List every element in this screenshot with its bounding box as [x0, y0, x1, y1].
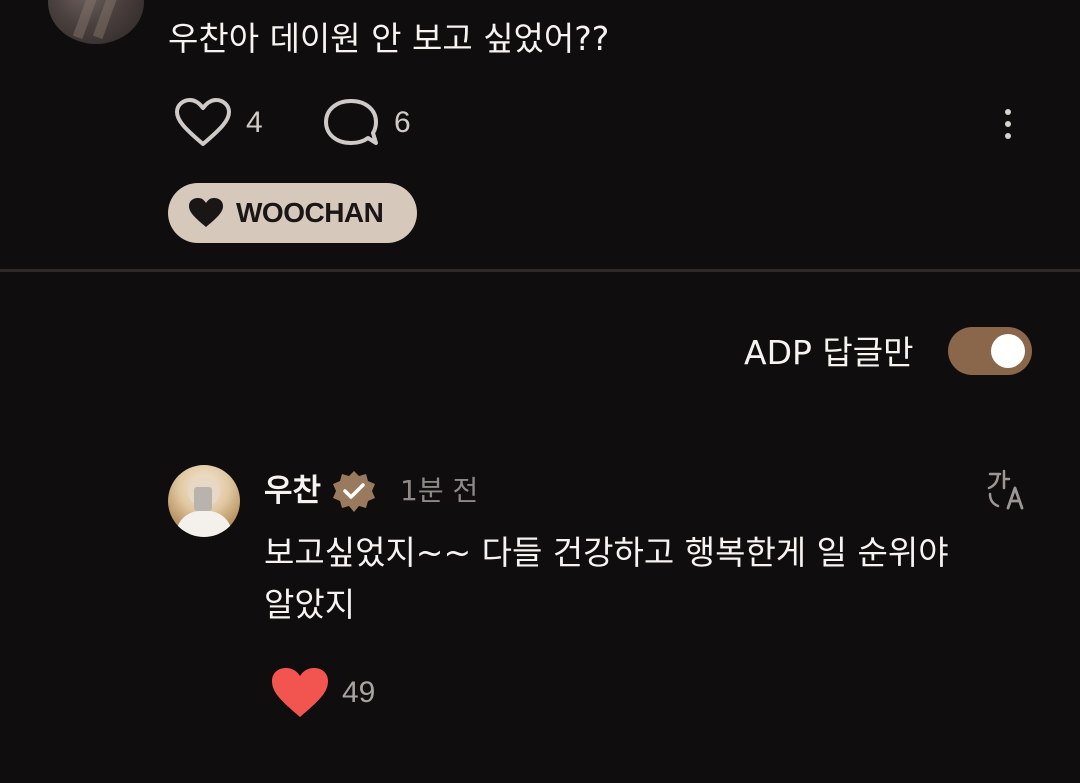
- post-like-button[interactable]: 4: [174, 98, 263, 148]
- comment-author-name[interactable]: 우찬: [264, 468, 321, 514]
- heart-filled-icon: [272, 668, 328, 717]
- post-text: 우찬아 데이원 안 보고 싶었어??: [168, 19, 610, 58]
- comment-timestamp: 1분 전: [400, 474, 479, 507]
- translate-icon[interactable]: [984, 468, 1030, 512]
- comment-author-avatar[interactable]: [168, 465, 240, 537]
- heart-filled-icon: [189, 198, 223, 227]
- post-author-avatar[interactable]: [48, 0, 144, 44]
- artist-replies-filter-label: ADP 답글만: [744, 333, 914, 372]
- heart-outline-icon: [175, 98, 231, 146]
- comment-like-button[interactable]: 49: [270, 666, 375, 720]
- member-tag-label: WOOCHAN: [236, 197, 384, 228]
- post-comment-button[interactable]: 6: [322, 98, 411, 148]
- toggle-knob: [991, 334, 1025, 368]
- verified-badge-icon: [333, 471, 375, 512]
- more-vertical-icon: [1005, 109, 1011, 115]
- comment-bubble-icon: [324, 99, 378, 145]
- more-options-button[interactable]: [992, 104, 1024, 144]
- post-comment-count: 6: [394, 106, 411, 139]
- artist-replies-toggle[interactable]: [948, 327, 1032, 375]
- member-tag-woochan[interactable]: WOOCHAN: [168, 183, 417, 243]
- comment-like-count: 49: [342, 676, 376, 709]
- post-like-count: 4: [246, 106, 263, 139]
- section-divider: [0, 269, 1080, 272]
- comment-text: 보고싶었지~~ 다들 건강하고 행복한게 일 순위야 알았지: [264, 533, 949, 624]
